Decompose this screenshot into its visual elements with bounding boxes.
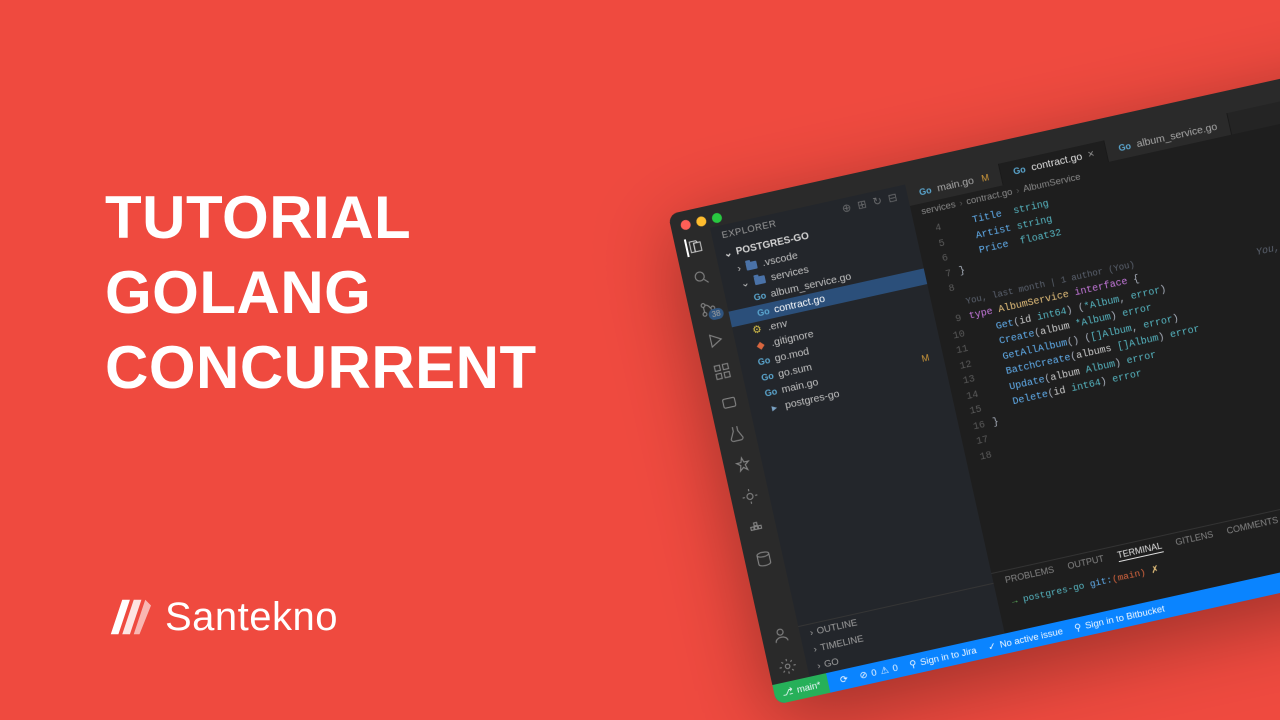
editor-window: 38 EXPLORER ⊕ ⊞ xyxy=(668,50,1280,705)
title-line-2: GOLANG xyxy=(105,255,537,330)
env-file-icon: ⚙ xyxy=(750,323,764,337)
error-icon: ⊘ xyxy=(858,669,868,681)
chevron-down-icon: ⌄ xyxy=(740,277,751,291)
collapse-icon[interactable]: ⊟ xyxy=(887,191,899,206)
binary-file-icon: ▸ xyxy=(767,401,781,415)
docker-icon[interactable] xyxy=(746,517,767,538)
editor-window-wrap: 38 EXPLORER ⊕ ⊞ xyxy=(668,50,1280,705)
tab-status: M xyxy=(980,172,989,183)
branch-icon: ⎇ xyxy=(781,685,794,698)
refresh-icon[interactable]: ↻ xyxy=(871,194,883,209)
source-control-icon[interactable]: 38 xyxy=(698,298,719,319)
explorer-icon[interactable] xyxy=(684,236,705,257)
folder-icon xyxy=(745,261,757,271)
go-file-icon: Go xyxy=(1118,141,1132,153)
window-minimize-button[interactable] xyxy=(695,215,707,227)
new-file-icon[interactable]: ⊕ xyxy=(841,201,853,216)
title-line-1: TUTORIAL xyxy=(105,180,537,255)
brand-logo-icon xyxy=(105,594,151,640)
tab-label: main.go xyxy=(936,175,975,195)
sync-icon: ⟳ xyxy=(839,673,849,685)
extensions-icon[interactable] xyxy=(712,361,733,382)
brand: Santekno xyxy=(105,594,338,640)
chevron-right-icon: › xyxy=(809,627,814,638)
go-file-icon: Go xyxy=(753,289,767,303)
gitlens-icon[interactable] xyxy=(739,486,760,507)
go-file-icon: Go xyxy=(756,305,770,319)
chevron-right-icon: › xyxy=(812,644,817,655)
search-icon[interactable] xyxy=(691,267,712,288)
file-status-modified: M xyxy=(921,352,930,363)
brand-name: Santekno xyxy=(165,595,338,640)
close-icon[interactable]: × xyxy=(1087,148,1096,161)
go-file-icon: Go xyxy=(760,370,774,384)
status-errors[interactable]: ⊘0 ⚠0 xyxy=(858,662,899,681)
title-line-3: CONCURRENT xyxy=(105,330,537,405)
go-file-icon: Go xyxy=(1012,164,1026,176)
run-debug-icon[interactable] xyxy=(705,329,726,350)
go-file-icon: Go xyxy=(757,354,771,368)
chevron-right-icon: › xyxy=(816,660,821,671)
remote-icon[interactable] xyxy=(718,392,739,413)
warning-icon: ⚠ xyxy=(879,664,890,677)
status-sync[interactable]: ⟳ xyxy=(839,673,849,685)
chevron-right-icon: › xyxy=(736,262,742,274)
account-icon[interactable] xyxy=(770,624,791,645)
settings-gear-icon[interactable] xyxy=(777,656,798,677)
go-file-icon: Go xyxy=(918,185,932,197)
database-icon[interactable] xyxy=(753,548,774,569)
banner-title: TUTORIAL GOLANG CONCURRENT xyxy=(105,180,537,405)
go-file-icon: Go xyxy=(764,385,778,399)
bookmark-icon[interactable] xyxy=(732,454,753,475)
chevron-down-icon: ⌄ xyxy=(723,248,734,261)
branch-name: main* xyxy=(796,679,822,695)
git-file-icon: ◆ xyxy=(753,338,767,352)
testing-icon[interactable] xyxy=(725,423,746,444)
window-close-button[interactable] xyxy=(680,219,692,231)
scm-badge-count: 38 xyxy=(708,307,725,321)
chevron-right-icon: › xyxy=(958,198,963,209)
new-folder-icon[interactable]: ⊞ xyxy=(856,197,868,212)
folder-icon xyxy=(754,275,766,285)
window-zoom-button[interactable] xyxy=(711,212,723,224)
chevron-right-icon: › xyxy=(1015,185,1020,196)
